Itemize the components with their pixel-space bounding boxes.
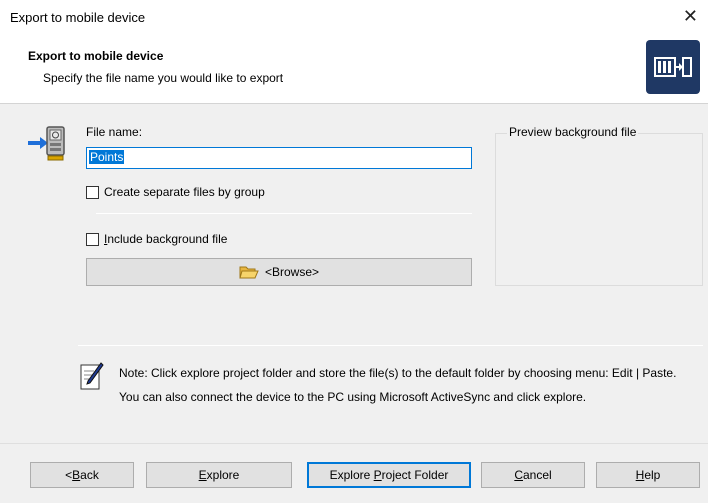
checkbox-box[interactable] (86, 185, 99, 199)
open-folder-icon (239, 266, 259, 279)
note-pencil-icon (80, 361, 104, 391)
file-name-label: File name: (86, 125, 143, 139)
separate-files-label: Create separate files by group (104, 185, 265, 199)
dialog-body: File name: Points Create separate files … (0, 105, 708, 443)
include-background-checkbox[interactable]: Include background file (86, 232, 227, 246)
wizard-header: Export to mobile device Specify the file… (0, 36, 708, 104)
header-subtitle: Specify the file name you would like to … (43, 71, 284, 85)
close-icon[interactable]: ✕ (683, 6, 698, 26)
explore-button[interactable]: Explore (146, 462, 292, 488)
browse-label: <Browse> (264, 265, 320, 279)
separate-files-checkbox[interactable]: Create separate files by group (86, 185, 265, 199)
browse-button[interactable]: <Browse> (86, 258, 472, 286)
preview-background-title: Preview background file (507, 125, 639, 139)
mobile-device-export-icon (26, 123, 72, 163)
divider (78, 345, 703, 346)
file-name-value: Points (89, 150, 125, 164)
file-name-input[interactable]: Points (86, 147, 472, 169)
window-title: Export to mobile device (10, 10, 146, 25)
title-bar: Export to mobile device ✕ (0, 0, 708, 36)
help-button[interactable]: Help (596, 462, 700, 488)
checkbox-box[interactable] (86, 232, 99, 246)
preview-background-panel (495, 133, 703, 286)
divider (96, 213, 472, 214)
back-button[interactable]: < Back (30, 462, 134, 488)
note-text: Note: Click explore project folder and s… (119, 366, 677, 404)
button-bar: < Back Explore Explore Project Folder Ca… (0, 443, 708, 503)
include-background-label: Include background file (104, 232, 228, 246)
cancel-button[interactable]: Cancel (481, 462, 585, 488)
header-title: Export to mobile device (28, 49, 164, 63)
export-device-icon (646, 40, 700, 94)
explore-project-folder-button[interactable]: Explore Project Folder (307, 462, 471, 488)
